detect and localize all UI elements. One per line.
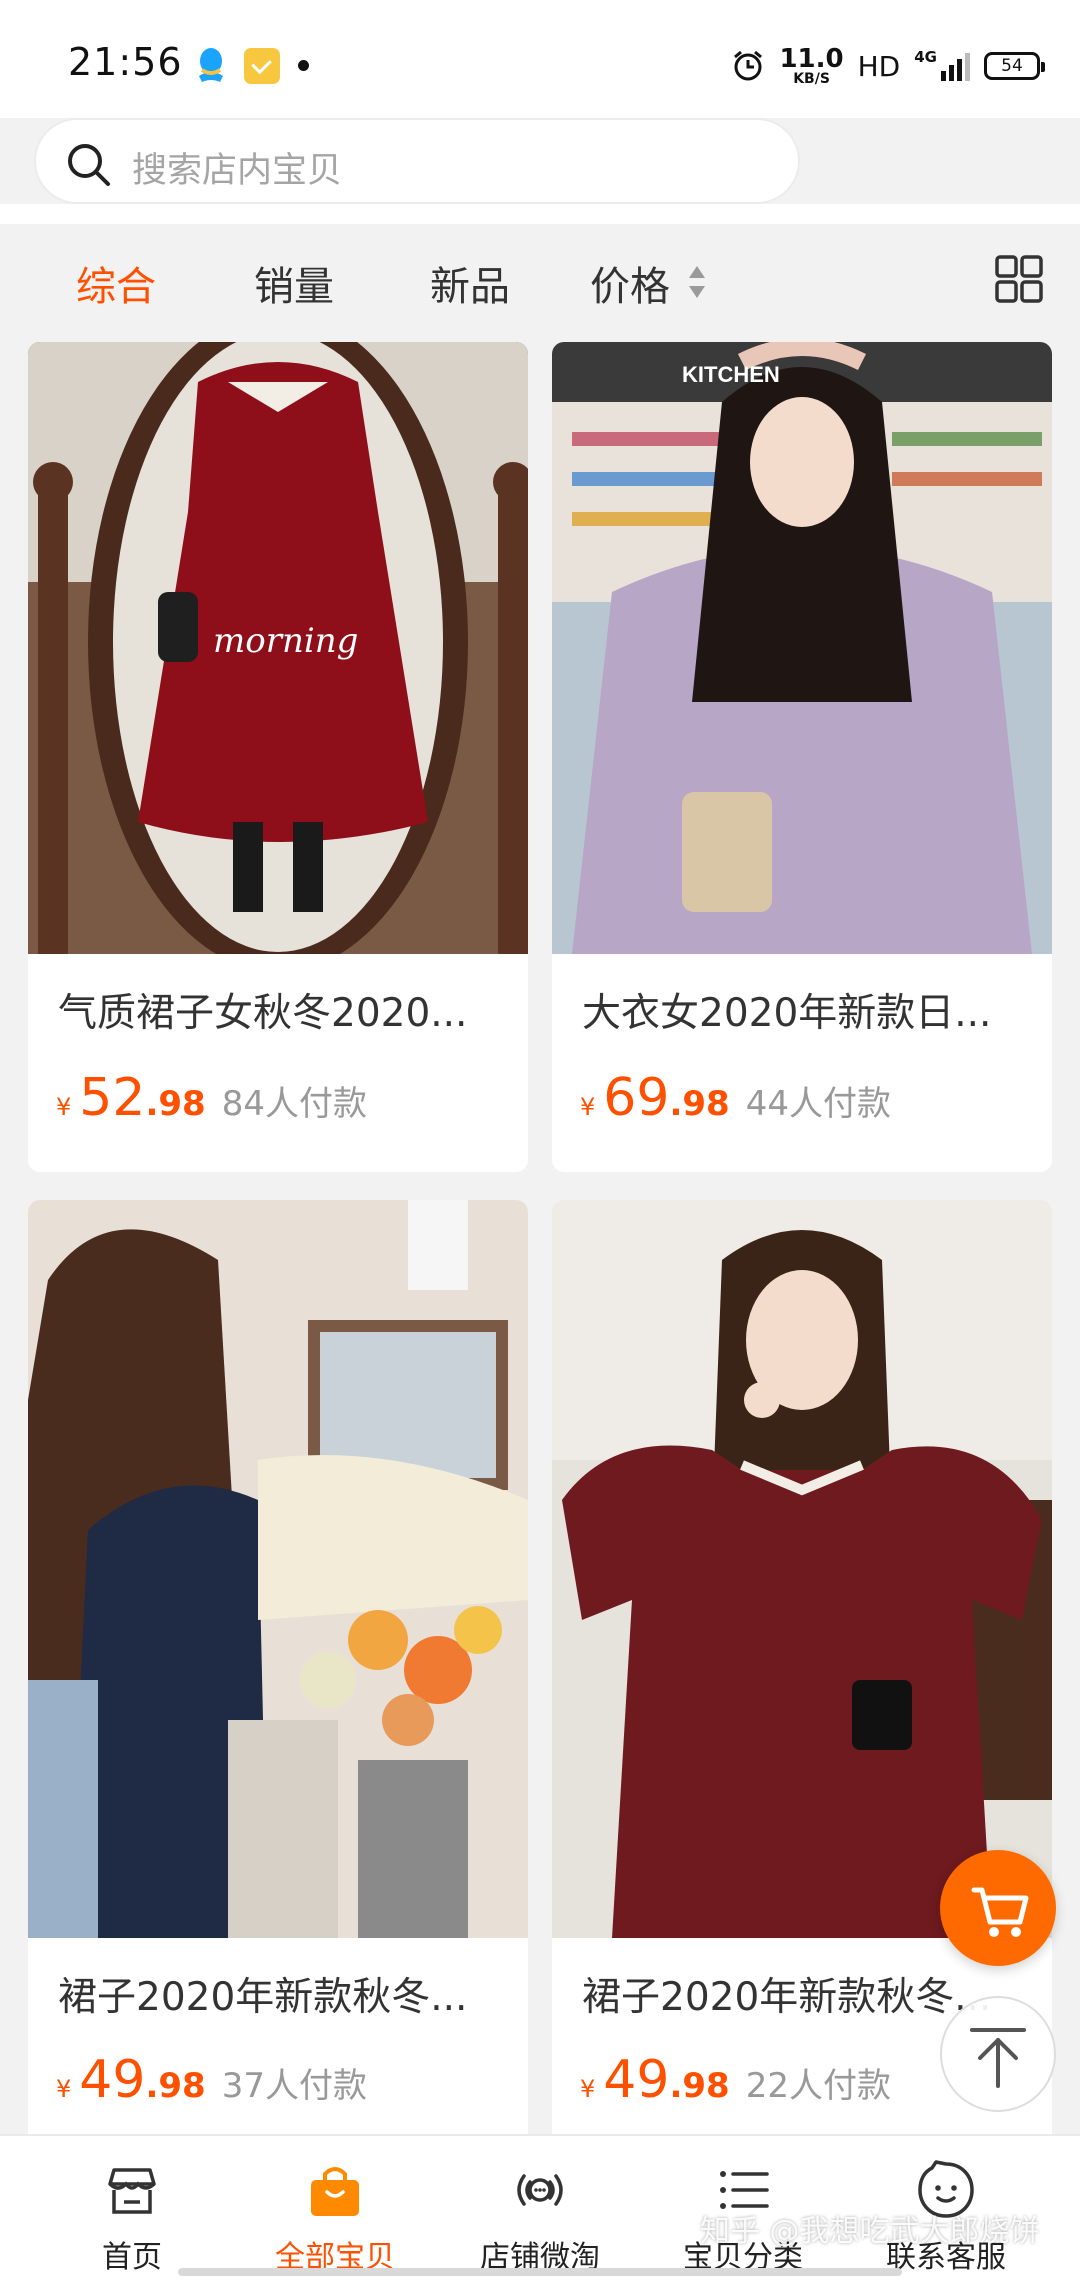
shopping-bag-icon — [311, 2167, 359, 2216]
net-speed: 11.0 KB/S — [779, 44, 844, 87]
store-sign-text: KITCHEN — [682, 362, 780, 387]
search-input[interactable]: 搜索店内宝贝 — [34, 118, 800, 204]
sold-count: 22人付款 — [745, 2066, 891, 2106]
back-to-top-button[interactable] — [940, 1996, 1056, 2112]
watermark-text: 知乎 @我想吃武大郎烧饼 — [700, 2214, 1040, 2249]
hd-label: HD — [857, 49, 901, 83]
product-card[interactable]: KITCHEN 大衣女2020年新款日... ¥ 69 .98 44人付款 — [552, 342, 1052, 1172]
alarm-icon — [734, 50, 763, 81]
store-icon — [108, 2168, 156, 2214]
nav-store-feed[interactable]: 店铺微淘 — [440, 2136, 640, 2280]
dot-icon — [298, 60, 309, 71]
qq-icon — [199, 48, 223, 82]
nav-all-items[interactable]: 全部宝贝 — [235, 2136, 435, 2280]
home-indicator[interactable] — [178, 2268, 902, 2276]
product-card[interactable]: morning 气质裙子女秋冬2020... ¥ 52 .98 84人付款 — [28, 342, 528, 1172]
sort-tab-price[interactable]: 价格 — [590, 254, 670, 312]
sold-count: 37人付款 — [221, 2066, 367, 2106]
card-icon — [244, 48, 280, 84]
grid-view-icon[interactable] — [994, 254, 1044, 304]
battery-icon: 54 — [984, 52, 1045, 80]
sort-tab-comprehensive[interactable]: 综合 — [76, 254, 156, 312]
product-price: ¥ 49 .98 37人付款 — [56, 2050, 367, 2110]
product-image[interactable]: KITCHEN — [552, 342, 1052, 954]
search-placeholder: 搜索店内宝贝 — [132, 151, 343, 191]
product-price: ¥ 49 .98 22人付款 — [580, 2050, 891, 2110]
search-icon — [68, 144, 110, 186]
product-title[interactable]: 裙子2020年新款秋冬... — [582, 1966, 991, 2022]
sold-count: 44人付款 — [745, 1084, 891, 1124]
product-image[interactable] — [28, 1200, 528, 1938]
status-bar: 21:56 11.0 KB/S HD 4G 54 — [0, 0, 1080, 118]
cart-icon — [971, 1887, 1029, 1937]
broadcast-icon — [517, 2174, 563, 2206]
product-image[interactable]: morning — [28, 342, 528, 954]
product-title[interactable]: 大衣女2020年新款日... — [582, 982, 991, 1038]
sort-arrows-icon[interactable] — [686, 260, 708, 304]
sold-count: 84人付款 — [221, 1084, 367, 1124]
product-title[interactable]: 裙子2020年新款秋冬... — [58, 1966, 467, 2022]
cart-button[interactable] — [940, 1850, 1056, 1966]
product-title[interactable]: 气质裙子女秋冬2020... — [58, 982, 467, 1038]
arrow-up-icon — [970, 2028, 1026, 2088]
network-type: 4G — [914, 48, 937, 66]
status-time: 21:56 — [68, 40, 183, 84]
product-price: ¥ 52 .98 84人付款 — [56, 1068, 367, 1128]
product-price: ¥ 69 .98 44人付款 — [580, 1068, 891, 1128]
signal-icon — [941, 51, 970, 81]
sort-tab-sales[interactable]: 销量 — [254, 254, 334, 312]
nav-home[interactable]: 首页 — [32, 2136, 232, 2280]
sort-tab-new[interactable]: 新品 — [430, 254, 510, 312]
mirror-script-text: morning — [213, 621, 358, 661]
status-right: 11.0 KB/S HD 4G 54 — [731, 44, 1045, 88]
sort-bar: 综合 销量 新品 价格 — [0, 224, 1080, 342]
header-divider — [0, 204, 1080, 224]
product-image[interactable] — [552, 1200, 1052, 1938]
product-card[interactable]: 裙子2020年新款秋冬... ¥ 49 .98 37人付款 — [28, 1200, 528, 2150]
